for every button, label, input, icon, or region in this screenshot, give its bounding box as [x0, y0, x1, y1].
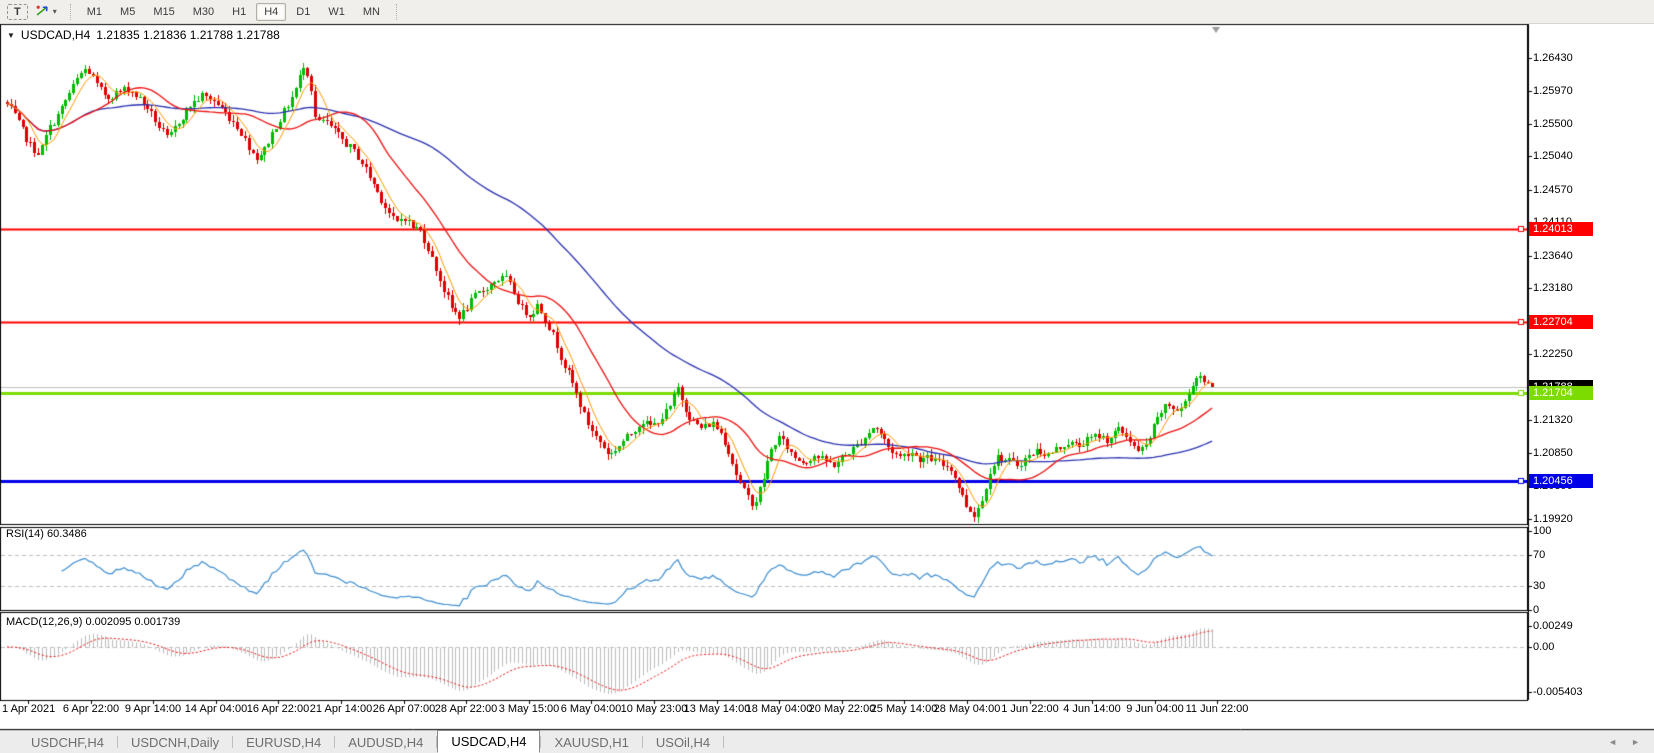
text-tool-button[interactable]: T	[7, 4, 28, 20]
rsi-tick-label: 0	[1533, 604, 1539, 616]
price-tag-1-21704[interactable]: 1.21704	[1529, 386, 1593, 400]
tab-usdcnh-daily[interactable]: USDCNH,Daily	[118, 731, 232, 753]
rsi-label: RSI(14) 60.3486	[6, 528, 87, 540]
symbol-dropdown-icon[interactable]: ▼	[7, 31, 15, 40]
price-tag-1-20456[interactable]: 1.20456	[1529, 474, 1593, 488]
macd-tick-label: 0.00	[1533, 641, 1554, 653]
date-label: 6 May 04:00	[561, 703, 622, 715]
scroll-right-icon[interactable]: ►	[1631, 737, 1640, 747]
tab-scrollers: ◄ ►	[1608, 731, 1654, 753]
chart-canvas[interactable]	[0, 0, 1654, 753]
chart-tab-bar: USDCHF,H4USDCNH,DailyEURUSD,H4AUDUSD,H4U…	[0, 730, 1654, 753]
date-label: 4 Jun 14:00	[1063, 703, 1121, 715]
timeframe-button-m15[interactable]: M15	[145, 3, 182, 21]
price-tag-1-24013[interactable]: 1.24013	[1529, 222, 1593, 236]
scroll-left-icon[interactable]: ◄	[1608, 737, 1617, 747]
price-tick-label: 1.26430	[1533, 52, 1573, 64]
toolbar-separator	[70, 4, 71, 20]
date-label: 1 Jun 22:00	[1001, 703, 1059, 715]
tab-usdchf-h4[interactable]: USDCHF,H4	[18, 731, 117, 753]
toolbar: T ▾ M1M5M15M30H1H4D1W1MN	[0, 0, 1654, 24]
timeframe-button-m5[interactable]: M5	[112, 3, 143, 21]
trendline-tool-button[interactable]: ▾	[30, 2, 62, 22]
price-tag-1-22704[interactable]: 1.22704	[1529, 315, 1593, 329]
chart-quote: 1.21835 1.21836 1.21788 1.21788	[96, 28, 280, 42]
tab-eurusd-h4[interactable]: EURUSD,H4	[233, 731, 334, 753]
trendline-tool-icon	[35, 4, 51, 20]
tab-separator	[723, 736, 724, 748]
price-tick-label: 1.25970	[1533, 85, 1573, 97]
price-tick-label: 1.25040	[1533, 150, 1573, 162]
date-label: 9 Apr 14:00	[125, 703, 181, 715]
rsi-tick-label: 70	[1533, 549, 1545, 561]
timeframe-button-m30[interactable]: M30	[185, 3, 222, 21]
date-label: 28 May 04:00	[934, 703, 1001, 715]
price-tick-label: 1.23180	[1533, 282, 1573, 294]
chevron-down-icon: ▾	[53, 8, 57, 16]
chart-title: USDCAD,H4	[21, 28, 90, 42]
date-label: 1 Apr 2021	[2, 703, 55, 715]
timeframe-button-h4[interactable]: H4	[256, 3, 286, 21]
date-label: 10 May 23:00	[621, 703, 688, 715]
chart-header: ▼ USDCAD,H4 1.21835 1.21836 1.21788 1.21…	[7, 28, 280, 42]
date-label: 3 May 15:00	[499, 703, 560, 715]
timeframe-button-m1[interactable]: M1	[79, 3, 110, 21]
rsi-tick-label: 100	[1533, 525, 1551, 537]
date-label: 9 Jun 04:00	[1126, 703, 1184, 715]
toolbar-separator	[396, 4, 397, 20]
date-label: 21 Apr 14:00	[310, 703, 372, 715]
date-label: 20 May 22:00	[809, 703, 876, 715]
date-label: 13 May 14:00	[684, 703, 751, 715]
date-label: 6 Apr 22:00	[63, 703, 119, 715]
timeframe-button-h1[interactable]: H1	[224, 3, 254, 21]
tab-usdcad-h4[interactable]: USDCAD,H4	[437, 730, 540, 753]
price-tick-label: 1.21320	[1533, 414, 1573, 426]
macd-label: MACD(12,26,9) 0.002095 0.001739	[6, 616, 180, 628]
mt4-window: { "icons": { "caret": "▾", "dropdown": "…	[0, 0, 1654, 753]
price-tick-label: 1.24570	[1533, 184, 1573, 196]
date-label: 26 Apr 07:00	[373, 703, 435, 715]
date-label: 18 May 04:00	[746, 703, 813, 715]
timeframe-button-mn[interactable]: MN	[355, 3, 388, 21]
price-tick-label: 1.25500	[1533, 118, 1573, 130]
price-tick-label: 1.19920	[1533, 513, 1573, 525]
date-label: 28 Apr 22:00	[435, 703, 497, 715]
timeframe-button-d1[interactable]: D1	[288, 3, 318, 21]
price-tick-label: 1.23640	[1533, 250, 1573, 262]
macd-tick-label: -0.005403	[1533, 686, 1583, 698]
date-label: 16 Apr 22:00	[247, 703, 309, 715]
rsi-tick-label: 30	[1533, 580, 1545, 592]
tabs-holder: USDCHF,H4USDCNH,DailyEURUSD,H4AUDUSD,H4U…	[18, 731, 724, 753]
date-label: 14 Apr 04:00	[185, 703, 247, 715]
tab-xauusd-h1[interactable]: XAUUSD,H1	[541, 731, 641, 753]
timeframe-button-w1[interactable]: W1	[320, 3, 353, 21]
price-tick-label: 1.20850	[1533, 447, 1573, 459]
price-tick-label: 1.22250	[1533, 348, 1573, 360]
tab-audusd-h4[interactable]: AUDUSD,H4	[335, 731, 436, 753]
date-label: 25 May 14:00	[871, 703, 938, 715]
tab-usoil-h4[interactable]: USOil,H4	[643, 731, 723, 753]
date-label: 11 Jun 22:00	[1186, 703, 1249, 715]
macd-tick-label: 0.00249	[1533, 620, 1573, 632]
timeframe-button-group: M1M5M15M30H1H4D1W1MN	[78, 3, 389, 21]
